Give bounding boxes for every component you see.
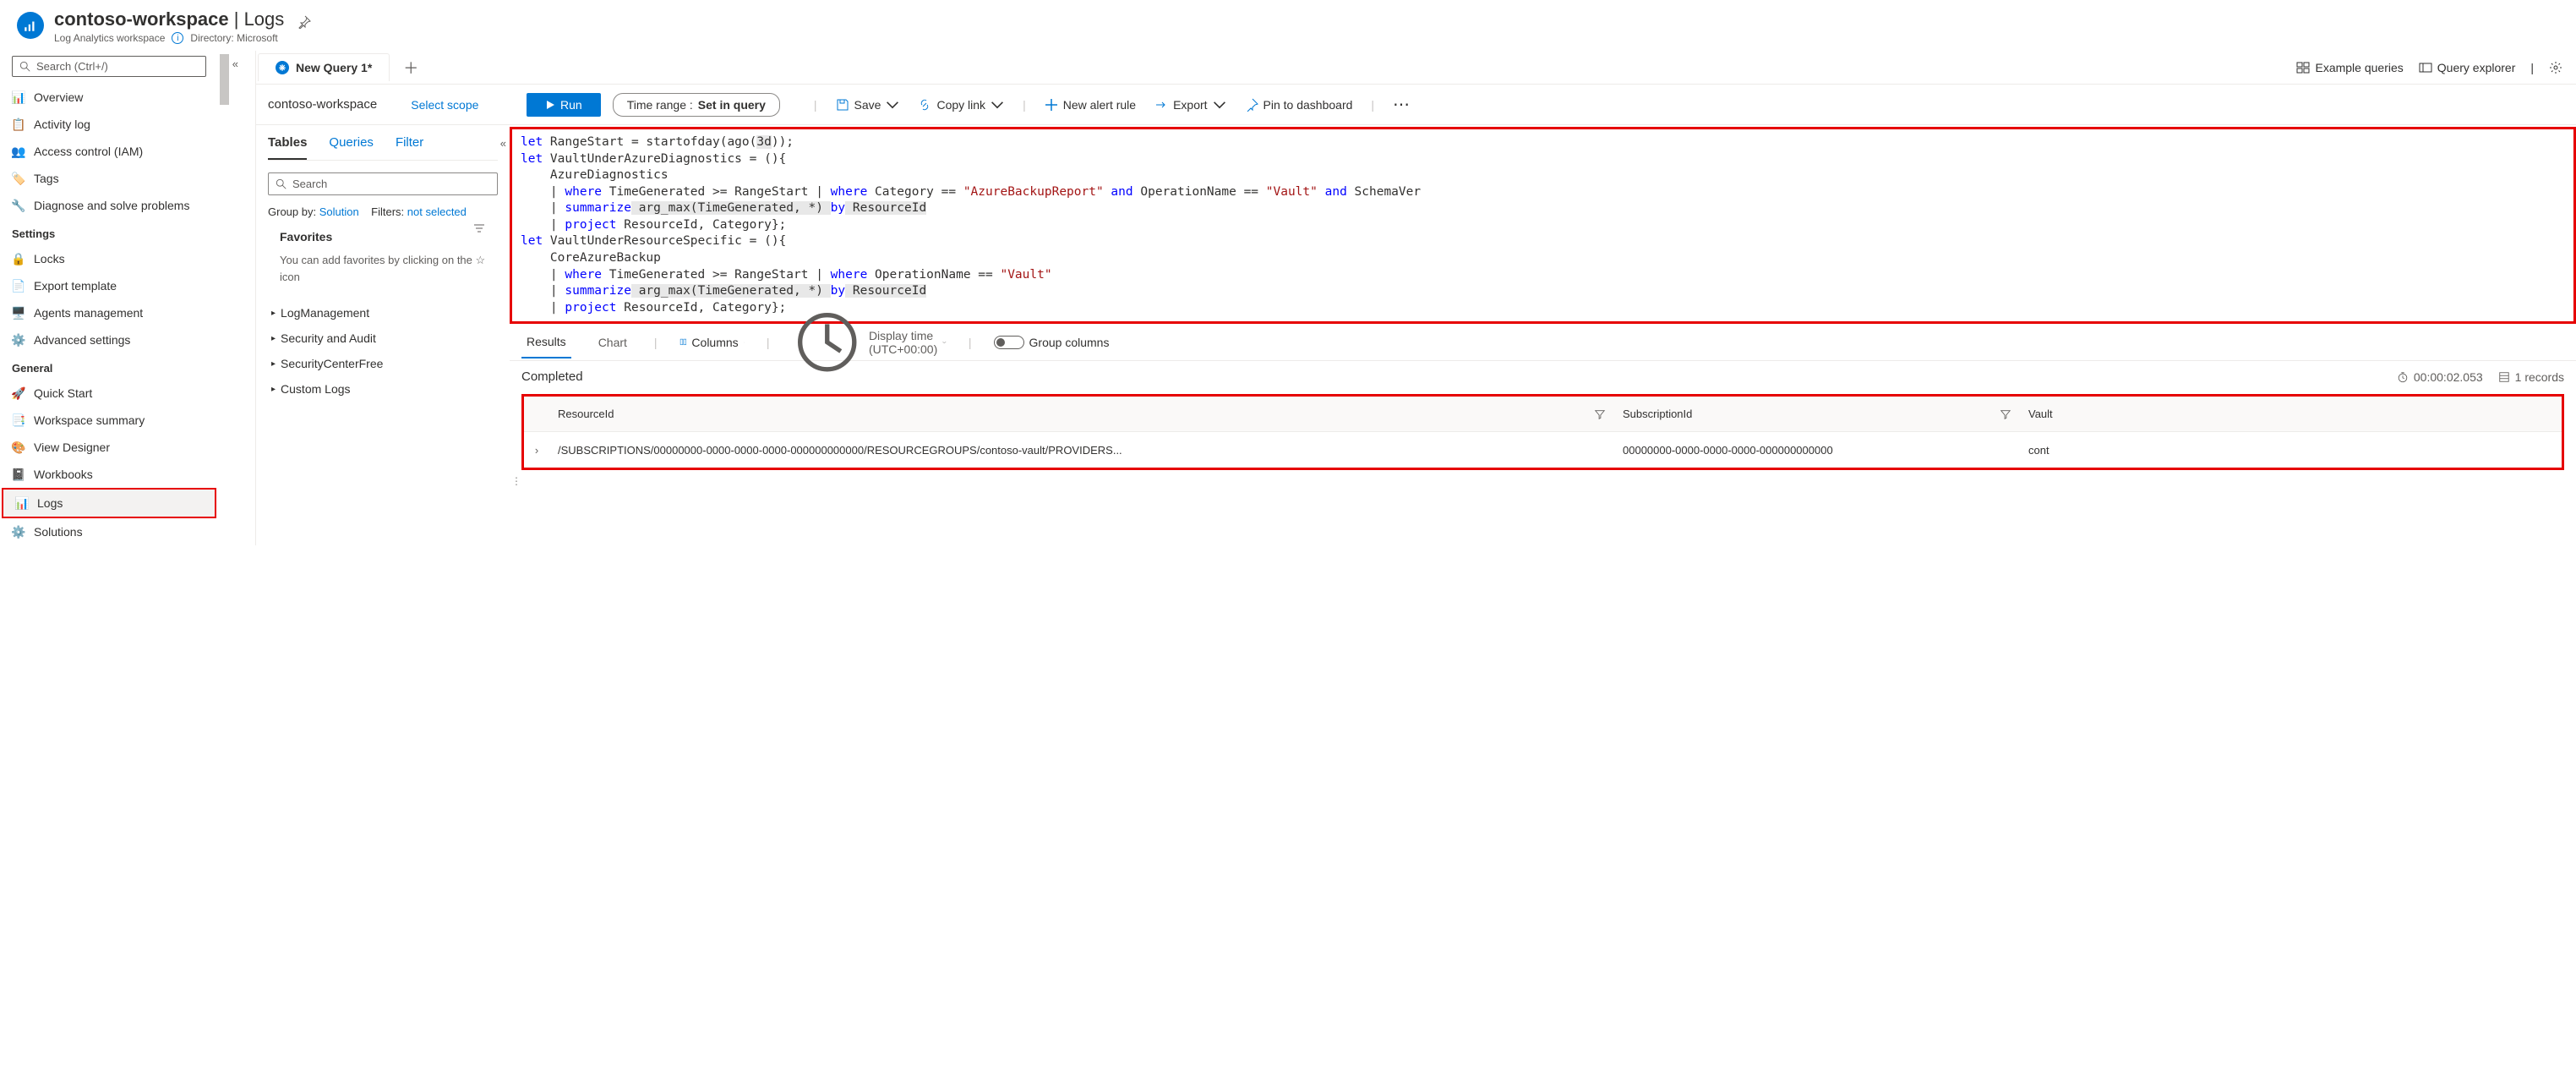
collapse-panel-icon[interactable]: « [500,137,506,150]
nav-locks[interactable]: 🔒Locks [0,245,218,272]
workspace-icon [17,12,44,39]
duration-label: 00:00:02.053 [2397,370,2483,384]
info-icon[interactable]: i [172,32,183,44]
tree-security-audit[interactable]: ▸Security and Audit [268,326,498,351]
settings-gear-icon[interactable] [2549,61,2562,74]
nav-section-settings: Settings [0,219,218,245]
nav-tags[interactable]: 🏷️Tags [0,165,218,192]
nav-view-designer[interactable]: 🎨View Designer [0,434,218,461]
more-actions-button[interactable]: ⋯ [1393,94,1411,115]
nav-export-template[interactable]: 📄Export template [0,272,218,299]
page-header: contoso-workspace | Logs Log Analytics w… [0,0,2576,51]
nav-advanced[interactable]: ⚙️Advanced settings [0,326,218,353]
sidebar-scrollbar[interactable] [218,51,230,545]
workspace-type-label: Log Analytics workspace [54,32,165,44]
results-tab[interactable]: Results [521,326,571,358]
nav-quickstart[interactable]: 🚀Quick Start [0,380,218,407]
left-sidebar: Search (Ctrl+/) « 📊Overview 📋Activity lo… [0,51,218,545]
group-by-value[interactable]: Solution [319,205,359,218]
sidebar-search-input[interactable]: Search (Ctrl+/) [12,56,206,77]
cell-resourceid: /SUBSCRIPTIONS/00000000-0000-0000-0000-0… [549,444,1614,457]
tree-securitycenter[interactable]: ▸SecurityCenterFree [268,351,498,376]
results-toolbar: Results Chart | Columns | Display time (… [510,324,2576,361]
scope-toolbar: contoso-workspace Select scope Run Time … [256,85,2576,125]
example-queries-button[interactable]: Example queries [2296,61,2403,74]
nav-overview[interactable]: 📊Overview [0,84,218,111]
export-button[interactable]: Export [1154,98,1225,112]
expand-row-icon[interactable]: › [524,444,549,457]
results-grid: ResourceId SubscriptionId Vault [521,394,2564,470]
collapse-sidebar-icon[interactable]: « [232,57,238,70]
columns-button[interactable]: Columns [679,336,745,349]
group-columns-toggle[interactable]: Group columns [994,336,1110,349]
query-editor[interactable]: let RangeStart = startofday(ago(3d)); le… [510,127,2576,324]
tree-custom-logs[interactable]: ▸Custom Logs [268,376,498,402]
pin-dashboard-button[interactable]: Pin to dashboard [1245,98,1353,112]
resize-handle[interactable]: ⋮ [510,477,2576,485]
favorites-help-text: You can add favorites by clicking on the… [280,252,486,285]
save-button[interactable]: Save [836,98,900,112]
tables-panel: Tables Queries Filter « Search [256,125,510,545]
directory-label: Directory: Microsoft [190,32,277,44]
status-label: Completed [521,369,583,384]
favorites-heading: Favorites [280,230,498,244]
panel-tab-filter[interactable]: Filter [396,135,423,160]
content-area: ⎈ New Query 1* ＋ Example queries Query e… [255,51,2576,545]
panel-tab-tables[interactable]: Tables [268,135,307,160]
cell-subscriptionid: 00000000-0000-0000-0000-000000000000 [1614,444,2020,457]
chart-tab[interactable]: Chart [593,327,632,358]
col-header-resourceid[interactable]: ResourceId [549,408,1614,420]
nav-workbooks[interactable]: 📓Workbooks [0,461,218,488]
query-tab[interactable]: ⎈ New Query 1* [258,53,390,81]
nav-solutions[interactable]: ⚙️Solutions [0,518,218,545]
workspace-label: contoso-workspace [268,97,377,112]
grid-data-row[interactable]: › /SUBSCRIPTIONS/00000000-0000-0000-0000… [524,432,2562,468]
query-tab-bar: ⎈ New Query 1* ＋ Example queries Query e… [256,51,2576,85]
filters-value[interactable]: not selected [407,205,467,218]
select-scope-link[interactable]: Select scope [411,98,478,112]
query-tab-icon: ⎈ [276,61,289,74]
cell-vault: cont [2020,444,2562,457]
tables-search-input[interactable]: Search [268,172,498,195]
new-alert-button[interactable]: New alert rule [1045,98,1136,112]
nav-section-general: General [0,353,218,380]
nav-workspace-summary[interactable]: 📑Workspace summary [0,407,218,434]
filters-label: Filters: [371,205,404,218]
group-by-label: Group by: [268,205,316,218]
grid-header-row: ResourceId SubscriptionId Vault [524,397,2562,432]
run-button[interactable]: Run [527,93,601,117]
col-header-subscriptionid[interactable]: SubscriptionId [1614,408,2020,420]
status-row: Completed 00:00:02.053 1 records [510,361,2576,392]
tree-logmanagement[interactable]: ▸LogManagement [268,300,498,326]
sort-icon[interactable] [472,222,486,238]
pin-icon[interactable] [297,15,311,31]
time-range-selector[interactable]: Time range : Set in query [613,93,780,117]
query-explorer-button[interactable]: Query explorer [2419,61,2516,74]
copy-link-button[interactable]: Copy link [918,98,1004,112]
col-header-vault[interactable]: Vault [2020,408,2562,420]
nav-activity-log[interactable]: 📋Activity log [0,111,218,138]
nav-access-control[interactable]: 👥Access control (IAM) [0,138,218,165]
page-title: contoso-workspace | Logs [54,8,284,30]
panel-tab-queries[interactable]: Queries [329,135,374,160]
nav-diagnose[interactable]: 🔧Diagnose and solve problems [0,192,218,219]
nav-logs[interactable]: 📊Logs [2,488,216,518]
records-label: 1 records [2498,370,2564,384]
add-tab-button[interactable]: ＋ [395,52,427,84]
nav-agents[interactable]: 🖥️Agents management [0,299,218,326]
